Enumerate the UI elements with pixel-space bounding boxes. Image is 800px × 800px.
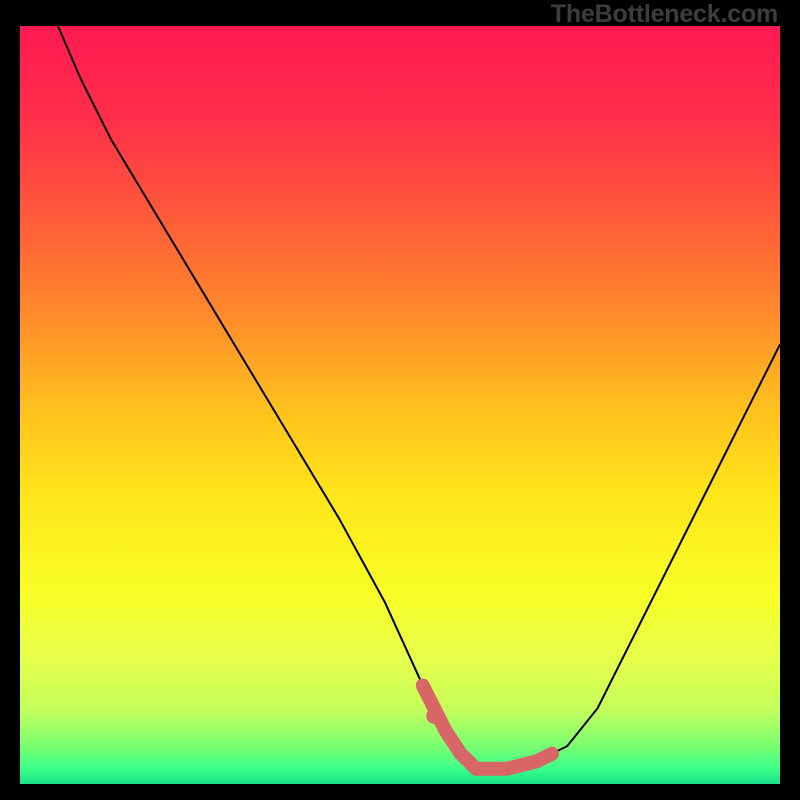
gradient-background <box>20 26 780 784</box>
highlight-dot <box>426 708 442 724</box>
chart-svg <box>20 26 780 784</box>
chart-frame: TheBottleneck.com <box>0 0 800 800</box>
watermark-text: TheBottleneck.com <box>551 0 778 29</box>
plot-area <box>20 26 780 784</box>
